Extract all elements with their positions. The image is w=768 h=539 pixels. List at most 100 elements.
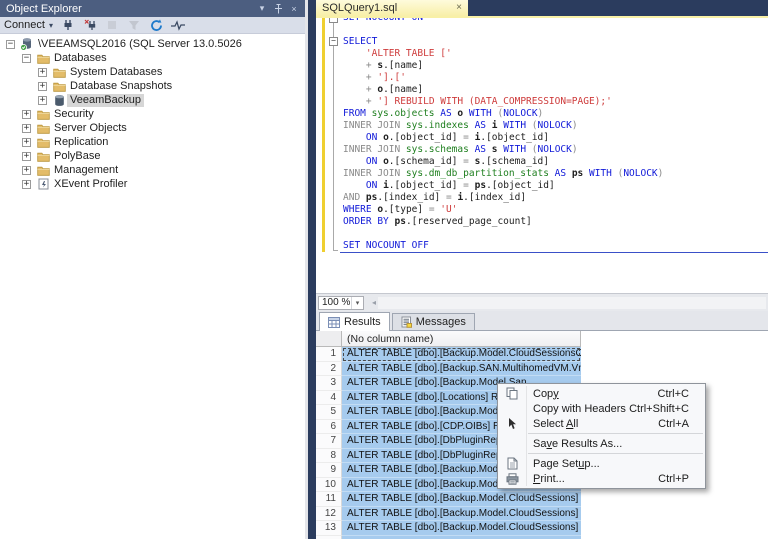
- tree-item-veeambackup[interactable]: + VeeamBackup: [0, 93, 305, 107]
- code-line: ON o.[schema_id] = s.[schema_id]: [365, 156, 549, 167]
- row-number-cell[interactable]: 11: [316, 492, 342, 507]
- tab-results[interactable]: Results: [319, 312, 390, 331]
- grid-corner-cell[interactable]: [316, 331, 342, 347]
- menu-item-copy[interactable]: Copy Ctrl+C: [498, 386, 705, 401]
- tree-item-polybase[interactable]: + PolyBase: [0, 149, 305, 163]
- page-setup-icon: [507, 457, 518, 470]
- menu-item-select-all[interactable]: Select All Ctrl+A: [498, 416, 705, 431]
- stop-icon[interactable]: [105, 19, 119, 32]
- tree-item-label: Database Snapshots: [70, 79, 173, 92]
- expand-toggle-icon[interactable]: +: [22, 165, 31, 175]
- row-number-cell[interactable]: 3: [316, 376, 342, 391]
- expand-toggle-icon[interactable]: +: [38, 81, 47, 91]
- folder-icon: [52, 66, 66, 79]
- tab-messages[interactable]: Messages: [391, 313, 475, 330]
- grid-column-header[interactable]: (No column name): [342, 331, 581, 347]
- tree-item-system-databases[interactable]: + System Databases: [0, 65, 305, 79]
- row-number-cell[interactable]: 5: [316, 405, 342, 420]
- tree-item-server-objects[interactable]: + Server Objects: [0, 121, 305, 135]
- activity-monitor-icon[interactable]: [171, 19, 185, 32]
- row-number-cell[interactable]: 10: [316, 477, 342, 492]
- row-number-cell[interactable]: 8: [316, 448, 342, 463]
- expand-toggle-icon[interactable]: +: [22, 151, 31, 161]
- code-line: + o.[name]: [365, 84, 424, 95]
- tree-item-label: VeeamBackup: [67, 93, 144, 107]
- row-number-cell[interactable]: 6: [316, 419, 342, 434]
- result-cell[interactable]: ALTER TABLE [dbo].[Backup.Model.CloudSes…: [342, 506, 581, 521]
- result-cell[interactable]: ALTER TABLE [dbo].[Backup.SAN.Multihomed…: [342, 361, 581, 376]
- tree-item-databases[interactable]: − Databases: [0, 51, 305, 65]
- menu-item-shortcut: Ctrl+P: [658, 472, 689, 485]
- window-menu-icon[interactable]: ▾: [255, 2, 269, 15]
- expand-toggle-icon[interactable]: +: [38, 95, 47, 105]
- tree-item-label: Server Objects: [54, 121, 127, 134]
- code-line: + '].[': [365, 72, 406, 83]
- expand-toggle-icon[interactable]: +: [22, 179, 31, 189]
- result-cell[interactable]: ALTER TABLE [dbo].[Backup.Model.CloudSes…: [342, 492, 581, 507]
- menu-item-page-setup[interactable]: Page Setup...: [498, 456, 705, 471]
- expand-toggle-icon[interactable]: +: [22, 123, 31, 133]
- connect-button[interactable]: Connect ▾: [4, 19, 53, 31]
- tree-item-security[interactable]: + Security: [0, 107, 305, 121]
- code-line: 'ALTER TABLE [': [365, 48, 452, 59]
- tree-item-replication[interactable]: + Replication: [0, 135, 305, 149]
- row-number-cell[interactable]: 2: [316, 361, 342, 376]
- tab-label: Results: [344, 316, 381, 328]
- hscroll-track[interactable]: [378, 296, 766, 309]
- expand-toggle-icon[interactable]: +: [22, 137, 31, 147]
- row-number-cell[interactable]: 7: [316, 434, 342, 449]
- grid-header-row: (No column name): [316, 331, 768, 347]
- tree-item-database-snapshots[interactable]: + Database Snapshots: [0, 79, 305, 93]
- filter-icon[interactable]: [127, 19, 141, 32]
- editor-zoom-select[interactable]: 100 % ▾: [318, 295, 364, 310]
- row-number-cell[interactable]: 4: [316, 390, 342, 405]
- expand-toggle-icon[interactable]: +: [38, 67, 47, 77]
- row-number-cell[interactable]: 1: [316, 347, 342, 362]
- row-number-cell[interactable]: [316, 535, 342, 539]
- chevron-down-icon: ▾: [48, 20, 53, 30]
- result-cell[interactable]: [342, 535, 581, 539]
- tree-item-management[interactable]: + Management: [0, 163, 305, 177]
- tab-title: SQLQuery1.sql: [322, 2, 398, 14]
- folder-icon: [36, 164, 50, 177]
- code-line: + s.[name]: [365, 60, 424, 71]
- tab-sqlquery1[interactable]: SQLQuery1.sql ×: [316, 0, 468, 16]
- outline-collapse-toggle[interactable]: −: [329, 37, 338, 46]
- messages-icon: [401, 316, 412, 328]
- disconnect-plug-icon[interactable]: [83, 19, 97, 32]
- menu-item-label: Select All: [533, 417, 579, 430]
- menu-item-print[interactable]: Print... Ctrl+P: [498, 471, 705, 486]
- close-icon[interactable]: ×: [287, 2, 301, 15]
- row-number-cell[interactable]: 13: [316, 521, 342, 536]
- editor-status-row: 100 % ▾ ◂: [316, 293, 768, 311]
- tab-close-icon[interactable]: ×: [456, 3, 462, 13]
- outline-collapse-toggle[interactable]: −: [329, 18, 338, 23]
- code-line: ON i.[object_id] = ps.[object_id]: [365, 180, 555, 191]
- code-line: AND ps.[index_id] = i.[index_id]: [343, 192, 527, 203]
- folder-icon: [36, 108, 50, 121]
- collapse-toggle-icon[interactable]: −: [22, 53, 31, 63]
- row-number-cell[interactable]: 12: [316, 506, 342, 521]
- pin-icon[interactable]: [271, 2, 285, 15]
- panel-title: Object Explorer: [6, 2, 82, 15]
- tree-item-label: Databases: [54, 51, 107, 64]
- result-cell[interactable]: ALTER TABLE [dbo].[Backup.Model.CloudSes…: [342, 521, 581, 536]
- refresh-icon[interactable]: [149, 19, 163, 32]
- object-explorer-panel: Object Explorer ▾ × Connect ▾ − \VEEAMSQ…: [0, 0, 308, 539]
- menu-item-label: Copy with Headers: [533, 402, 626, 415]
- menu-item-copy-with-headers[interactable]: Copy with Headers Ctrl+Shift+C: [498, 401, 705, 416]
- menu-item-label: Page Setup...: [533, 457, 600, 470]
- tree-item-veeamsql2016-sql-server-13-0-5026[interactable]: − \VEEAMSQL2016 (SQL Server 13.0.5026: [0, 37, 305, 51]
- tree-item-xevent-profiler[interactable]: + XEvent Profiler: [0, 177, 305, 191]
- row-number-cell[interactable]: 9: [316, 463, 342, 478]
- connect-plug-icon[interactable]: [61, 19, 75, 32]
- menu-item-save-results-as[interactable]: Save Results As...: [498, 436, 705, 451]
- code-line: ON o.[object_id] = i.[object_id]: [365, 132, 549, 143]
- sql-editor[interactable]: − − SET NOCOUNT ON SELECT 'ALTER TABLE […: [316, 18, 768, 293]
- expand-toggle-icon[interactable]: +: [22, 109, 31, 119]
- menu-separator: [528, 453, 703, 454]
- result-cell[interactable]: ALTER TABLE [dbo].[Backup.Model.CloudSes…: [342, 347, 581, 362]
- hscroll-left-arrow-icon[interactable]: ◂: [372, 298, 376, 307]
- collapse-toggle-icon[interactable]: −: [6, 39, 15, 49]
